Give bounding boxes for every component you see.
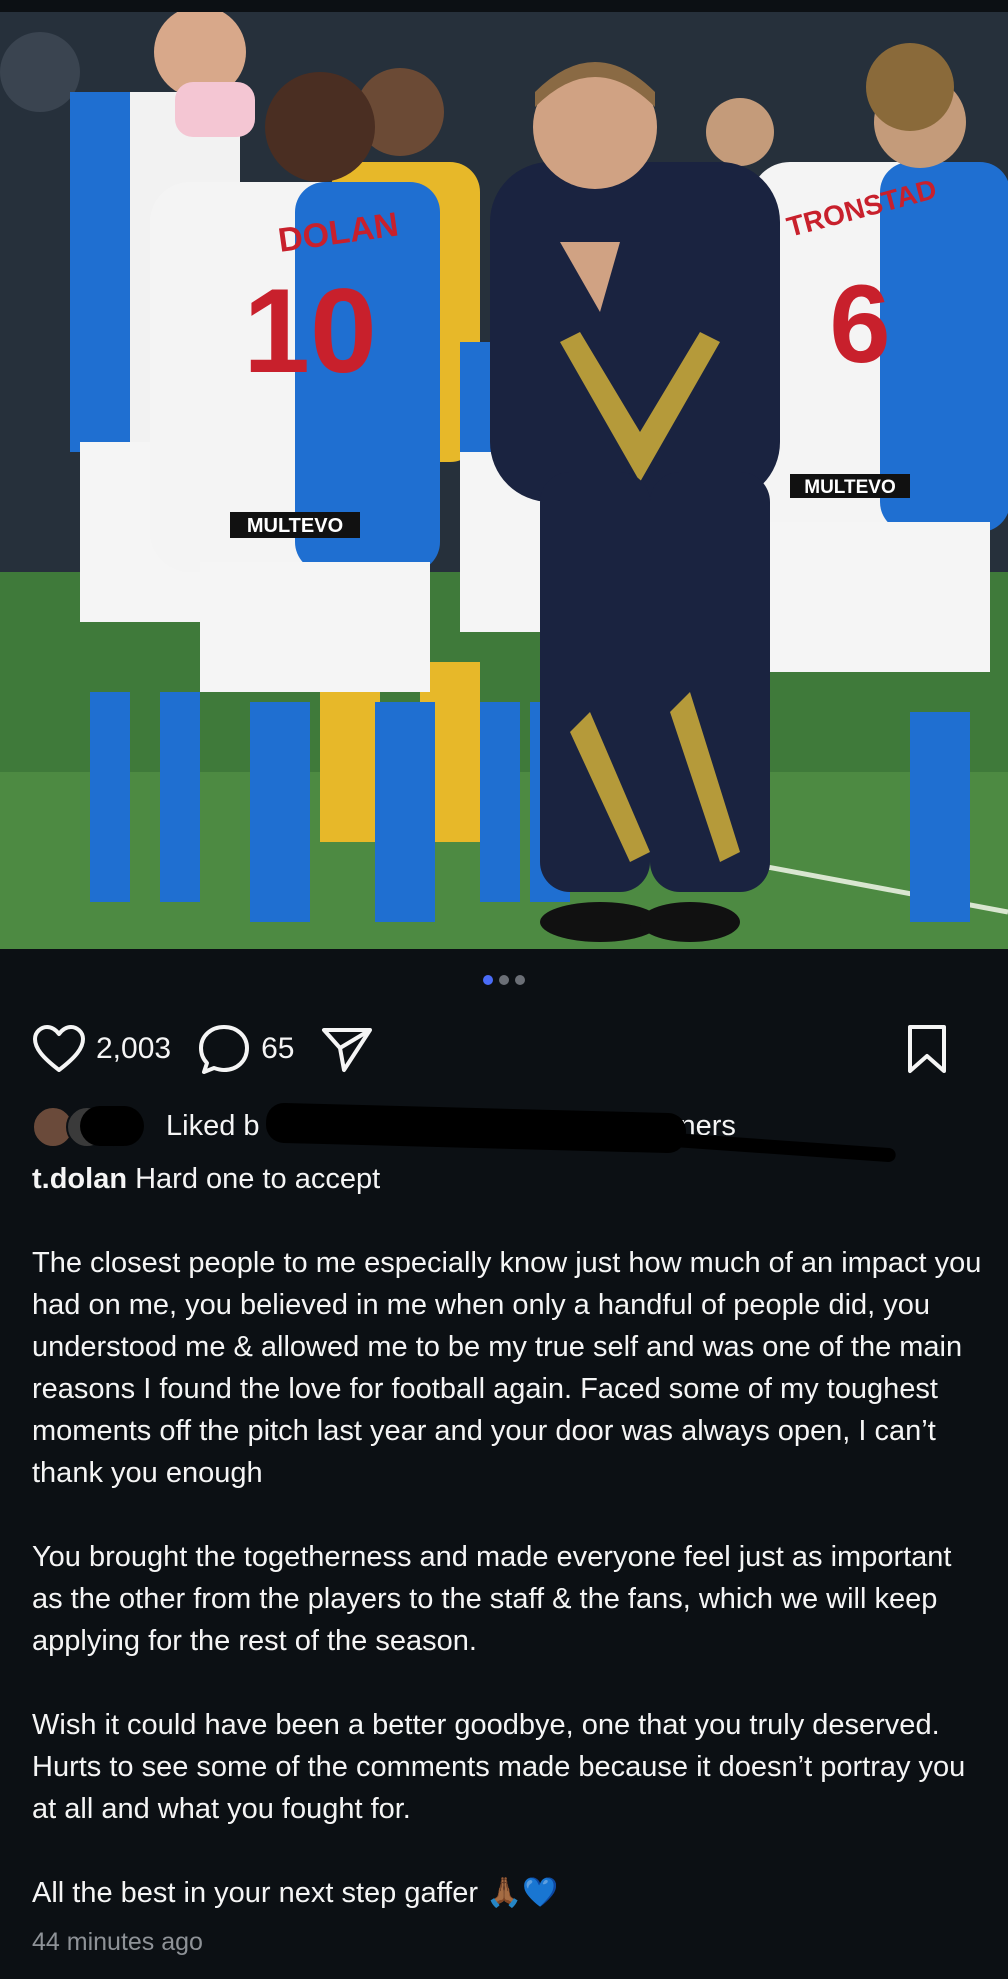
save-button[interactable] xyxy=(904,1023,950,1075)
share-button[interactable] xyxy=(320,1024,374,1074)
carousel-dot-2[interactable] xyxy=(499,975,509,985)
status-bar-strip xyxy=(0,0,1008,12)
caption-paragraph: Wish it could have been a better goodbye… xyxy=(32,1709,966,1825)
caption-paragraph: You brought the togetherness and made ev… xyxy=(32,1541,952,1657)
shirt-number-dolan: 10 xyxy=(243,264,376,398)
carousel-dot-1[interactable] xyxy=(483,975,493,985)
redaction-mark xyxy=(80,1106,144,1146)
redaction-mark xyxy=(595,1127,897,1162)
carousel-dot-3[interactable] xyxy=(515,975,525,985)
post-photo-illustration: DOLAN 10 MULTEVO TRONSTAD 6 MULTEVO xyxy=(0,12,1008,949)
send-icon xyxy=(322,1028,373,1072)
sponsor-logo-right: MULTEVO xyxy=(804,477,895,498)
caption-paragraph: All the best in your next step gaffer 🙏🏾… xyxy=(32,1877,559,1909)
like-button[interactable]: 2,003 xyxy=(32,1024,171,1074)
liked-by-text[interactable]: Liked b ners xyxy=(166,1102,897,1162)
liked-by-prefix: Liked b xyxy=(166,1109,260,1142)
heart-icon xyxy=(33,1025,85,1072)
comments-count[interactable]: 65 xyxy=(261,1032,294,1066)
post-caption: t.dolan Hard one to accept The closest p… xyxy=(32,1158,982,1956)
liked-by-row[interactable]: Liked b ners xyxy=(32,1102,897,1162)
post-image[interactable]: DOLAN 10 MULTEVO TRONSTAD 6 MULTEVO xyxy=(0,12,1008,949)
bookmark-icon xyxy=(908,1025,946,1073)
redaction-mark xyxy=(265,1102,687,1153)
sponsor-logo-left: MULTEVO xyxy=(247,515,343,537)
liked-by-avatars xyxy=(32,1104,144,1148)
post-timestamp: 44 minutes ago xyxy=(32,1928,203,1956)
caption-paragraph: The closest people to me especially know… xyxy=(32,1247,982,1489)
carousel-indicator xyxy=(0,975,1008,995)
caption-first-line: Hard one to accept xyxy=(135,1163,381,1195)
comment-button[interactable]: 65 xyxy=(197,1023,294,1075)
post-actions-bar: 2,003 65 xyxy=(32,1020,976,1078)
comment-icon xyxy=(199,1025,250,1074)
shirt-number-tronstad: 6 xyxy=(829,263,890,386)
likes-count[interactable]: 2,003 xyxy=(96,1032,171,1066)
caption-username[interactable]: t.dolan xyxy=(32,1163,127,1195)
